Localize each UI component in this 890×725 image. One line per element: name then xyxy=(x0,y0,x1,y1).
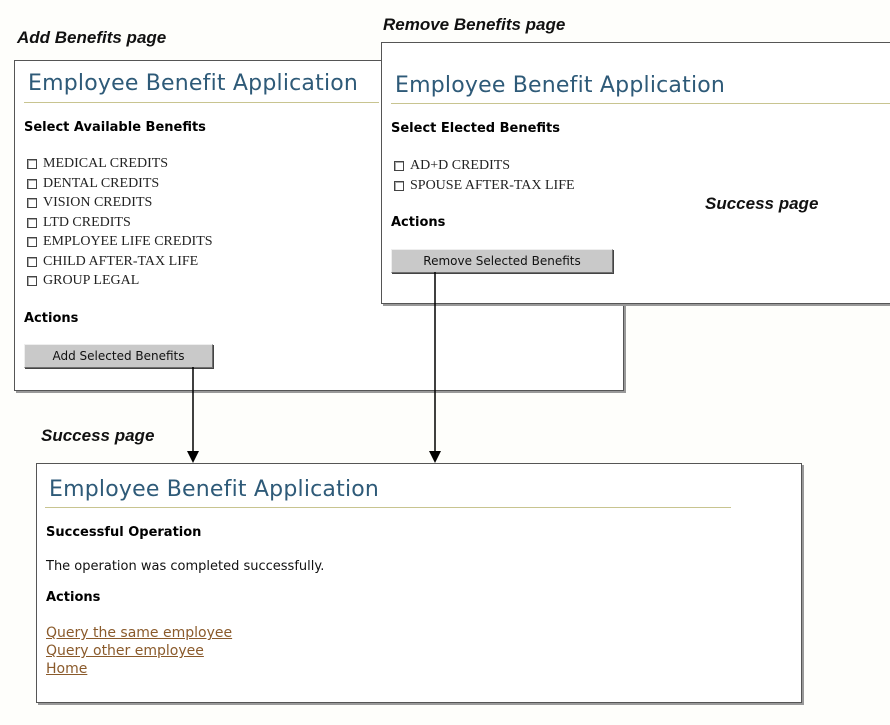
add-page-title: Employee Benefit Application xyxy=(28,71,359,96)
checkbox[interactable] xyxy=(27,159,37,169)
success-section-heading: Successful Operation xyxy=(46,525,202,540)
benefit-option-employee-life[interactable]: EMPLOYEE LIFE CREDITS xyxy=(27,233,213,251)
benefit-option-dental[interactable]: DENTAL CREDITS xyxy=(27,175,159,193)
checkbox[interactable] xyxy=(27,179,37,189)
benefit-label: EMPLOYEE LIFE CREDITS xyxy=(43,234,213,249)
query-other-employee-link[interactable]: Query other employee xyxy=(46,643,204,659)
remove-benefits-panel: Employee Benefit Application Select Elec… xyxy=(381,42,890,304)
checkbox[interactable] xyxy=(27,198,37,208)
benefit-label: SPOUSE AFTER-TAX LIFE xyxy=(410,178,575,193)
query-same-employee-link[interactable]: Query the same employee xyxy=(46,625,232,641)
add-section-heading: Select Available Benefits xyxy=(24,120,206,135)
home-link[interactable]: Home xyxy=(46,661,87,677)
checkbox[interactable] xyxy=(27,276,37,286)
title-divider xyxy=(24,102,379,103)
benefit-label: DENTAL CREDITS xyxy=(43,176,160,191)
add-actions-heading: Actions xyxy=(24,311,79,326)
success-panel: Employee Benefit Application Successful … xyxy=(36,463,802,703)
success-page-caption-bottom: Success page xyxy=(41,426,155,445)
benefit-option-ltd[interactable]: LTD CREDITS xyxy=(27,214,131,232)
benefit-label: GROUP LEGAL xyxy=(43,273,140,288)
title-divider xyxy=(391,103,890,104)
benefit-option-medical[interactable]: MEDICAL CREDITS xyxy=(27,155,168,173)
benefit-label: MEDICAL CREDITS xyxy=(43,156,169,171)
checkbox[interactable] xyxy=(27,257,37,267)
benefit-label: CHILD AFTER-TAX LIFE xyxy=(43,254,199,269)
benefit-option-spouse-life[interactable]: SPOUSE AFTER-TAX LIFE xyxy=(394,177,575,195)
checkbox[interactable] xyxy=(27,237,37,247)
benefit-label: VISION CREDITS xyxy=(43,195,153,210)
benefit-option-add-d[interactable]: AD+D CREDITS xyxy=(394,157,510,175)
remove-page-caption: Remove Benefits page xyxy=(383,15,566,34)
success-message: The operation was completed successfully… xyxy=(46,559,325,574)
checkbox[interactable] xyxy=(394,181,404,191)
title-divider xyxy=(45,507,731,508)
checkbox[interactable] xyxy=(394,161,404,171)
add-page-caption: Add Benefits page xyxy=(17,28,167,47)
success-page-caption-right: Success page xyxy=(705,194,819,213)
benefit-label: LTD CREDITS xyxy=(43,215,131,230)
benefit-label: AD+D CREDITS xyxy=(410,158,511,173)
remove-actions-heading: Actions xyxy=(391,215,446,230)
remove-section-heading: Select Elected Benefits xyxy=(391,121,561,136)
benefit-option-child-life[interactable]: CHILD AFTER-TAX LIFE xyxy=(27,253,198,271)
checkbox[interactable] xyxy=(27,218,37,228)
remove-selected-benefits-button[interactable]: Remove Selected Benefits xyxy=(391,249,613,273)
benefit-option-vision[interactable]: VISION CREDITS xyxy=(27,194,152,212)
success-page-title: Employee Benefit Application xyxy=(49,477,380,502)
remove-page-title: Employee Benefit Application xyxy=(395,73,726,98)
success-actions-heading: Actions xyxy=(46,590,101,605)
add-selected-benefits-button[interactable]: Add Selected Benefits xyxy=(24,344,213,368)
benefit-option-group-legal[interactable]: GROUP LEGAL xyxy=(27,272,139,290)
